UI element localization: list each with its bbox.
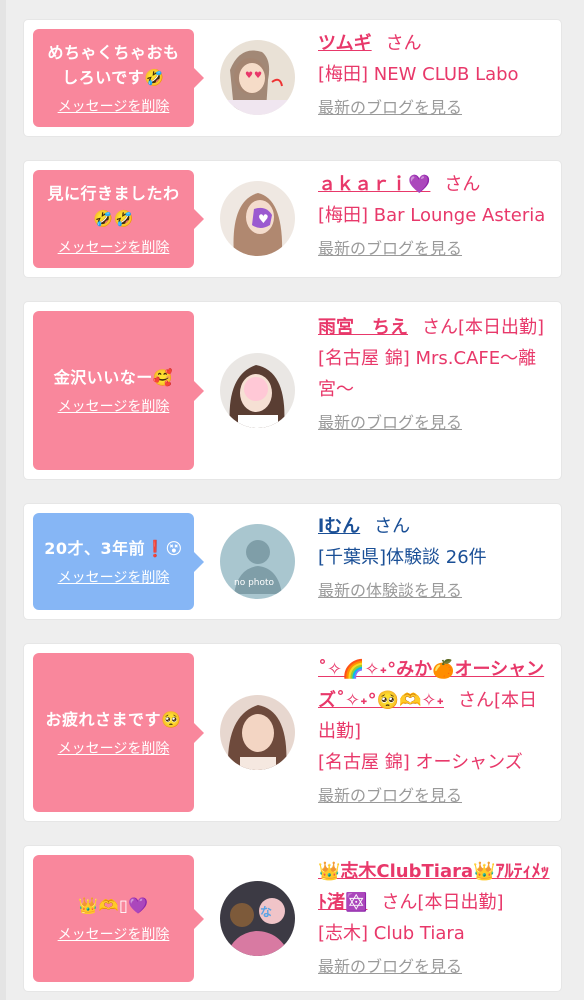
cast-info: 👑志木ClubTiara👑ｱﾙﾃｨﾒｯﾄ渚🔯 さん[本日出勤] [志木] Club… (318, 856, 554, 979)
cast-info: ツムギ さん [梅田] NEW CLUB Labo 最新のブログを見る (318, 28, 554, 120)
cast-info: ａｋａｒｉ💜 さん [梅田] Bar Lounge Asteria 最新のブログを… (318, 169, 554, 261)
no-photo-text: no photo (234, 578, 275, 588)
avatar[interactable]: no photo (220, 524, 295, 599)
cast-info: 雨宮 ちえ さん[本日出勤] [名古屋 錦] Mrs.CAFE～離宮～ 最新のブロ… (318, 312, 554, 435)
message-card: お疲れさまです🥺 メッセージを削除 ˚✧🌈✧˖°みか🍊オーシャンズ˚✧˖°🥺🫶✧… (24, 644, 561, 821)
latest-blog-link[interactable]: 最新のブログを見る (318, 955, 462, 979)
honorific: さん (444, 174, 481, 195)
cast-name-link[interactable]: ツムギ (318, 33, 372, 54)
avatar[interactable] (220, 353, 295, 428)
message-card: めちゃくちゃおもしろいです🤣 メッセージを削除 ♥ ♥ ツムギ さん [梅田] N… (24, 20, 561, 136)
shop-name: [志木] Club Tiara (318, 923, 465, 944)
message-text: めちゃくちゃおもしろいです🤣 (47, 43, 180, 87)
latest-blog-link[interactable]: 最新のブログを見る (318, 237, 462, 261)
message-text: 👑🫶▯💜 (78, 896, 149, 915)
svg-text:♥: ♥ (258, 212, 269, 226)
delete-message-link[interactable]: メッセージを削除 (58, 396, 170, 416)
honorific: さん (457, 690, 494, 711)
message-bubble: 20才、3年前❗😵 メッセージを削除 (33, 513, 194, 610)
message-text: 金沢いいなー🥰 (53, 368, 174, 387)
message-bubble: 金沢いいなー🥰 メッセージを削除 (33, 311, 194, 470)
delete-message-link[interactable]: メッセージを削除 (58, 738, 170, 758)
message-bubble: めちゃくちゃおもしろいです🤣 メッセージを削除 (33, 29, 194, 127)
user-name-link[interactable]: lむん (318, 516, 360, 537)
delete-message-link[interactable]: メッセージを削除 (58, 924, 170, 944)
today-tag: [本日出勤] (458, 317, 545, 338)
today-tag: [本日出勤] (417, 892, 504, 913)
honorific: さん (381, 892, 418, 913)
svg-text:♥: ♥ (245, 71, 253, 81)
delete-message-link[interactable]: メッセージを削除 (58, 237, 170, 257)
message-bubble: お疲れさまです🥺 メッセージを削除 (33, 653, 194, 812)
honorific: さん (374, 516, 411, 537)
review-count: [千葉県]体験談 26件 (318, 547, 487, 568)
message-card: 金沢いいなー🥰 メッセージを削除 雨宮 ちえ さん[本日出勤] [名古屋 錦] M… (24, 302, 561, 479)
cast-name-link[interactable]: 雨宮 ちえ (318, 317, 408, 338)
avatar[interactable] (220, 695, 295, 770)
shop-name: [名古屋 錦] オーシャンズ (318, 752, 523, 773)
honorific: さん (422, 317, 458, 338)
latest-blog-link[interactable]: 最新のブログを見る (318, 411, 462, 435)
message-bubble: 見に行きましたわ🤣🤣 メッセージを削除 (33, 170, 194, 268)
delete-message-link[interactable]: メッセージを削除 (58, 96, 170, 116)
cast-name-link[interactable]: ａｋａｒｉ💜 (318, 174, 430, 195)
cast-info: lむん さん [千葉県]体験談 26件 最新の体験談を見る (318, 511, 554, 603)
avatar[interactable]: ♥ (220, 181, 295, 256)
avatar[interactable]: な (220, 881, 295, 956)
shop-name: [梅田] Bar Lounge Asteria (318, 205, 546, 226)
shop-name: [梅田] NEW CLUB Labo (318, 64, 519, 85)
message-card: 見に行きましたわ🤣🤣 メッセージを削除 ♥ ａｋａｒｉ💜 さん [梅田] Bar … (24, 161, 561, 277)
message-bubble: 👑🫶▯💜 メッセージを削除 (33, 855, 194, 982)
message-text: 見に行きましたわ🤣🤣 (47, 184, 180, 228)
page-edge (0, 0, 6, 1000)
latest-review-link[interactable]: 最新の体験談を見る (318, 579, 462, 603)
latest-blog-link[interactable]: 最新のブログを見る (318, 96, 462, 120)
message-card: 👑🫶▯💜 メッセージを削除 な 👑志木ClubTiara👑ｱﾙﾃｨﾒｯﾄ渚🔯 さん… (24, 846, 561, 991)
message-text: お疲れさまです🥺 (45, 710, 182, 729)
latest-blog-link[interactable]: 最新のブログを見る (318, 784, 462, 808)
avatar[interactable]: ♥ ♥ (220, 40, 295, 115)
message-text: 20才、3年前❗😵 (44, 539, 183, 558)
shop-name: [名古屋 錦] Mrs.CAFE～離宮～ (318, 348, 537, 400)
message-card: 20才、3年前❗😵 メッセージを削除 no photo lむん さん [千葉県]体… (24, 504, 561, 619)
svg-text:♥: ♥ (254, 71, 262, 81)
cast-info: ˚✧🌈✧˖°みか🍊オーシャンズ˚✧˖°🥺🫶✧˖ さん[本日出勤] [名古屋 錦] … (318, 654, 554, 808)
delete-message-link[interactable]: メッセージを削除 (58, 567, 170, 587)
honorific: さん (385, 33, 422, 54)
svg-text:な: な (260, 905, 272, 919)
